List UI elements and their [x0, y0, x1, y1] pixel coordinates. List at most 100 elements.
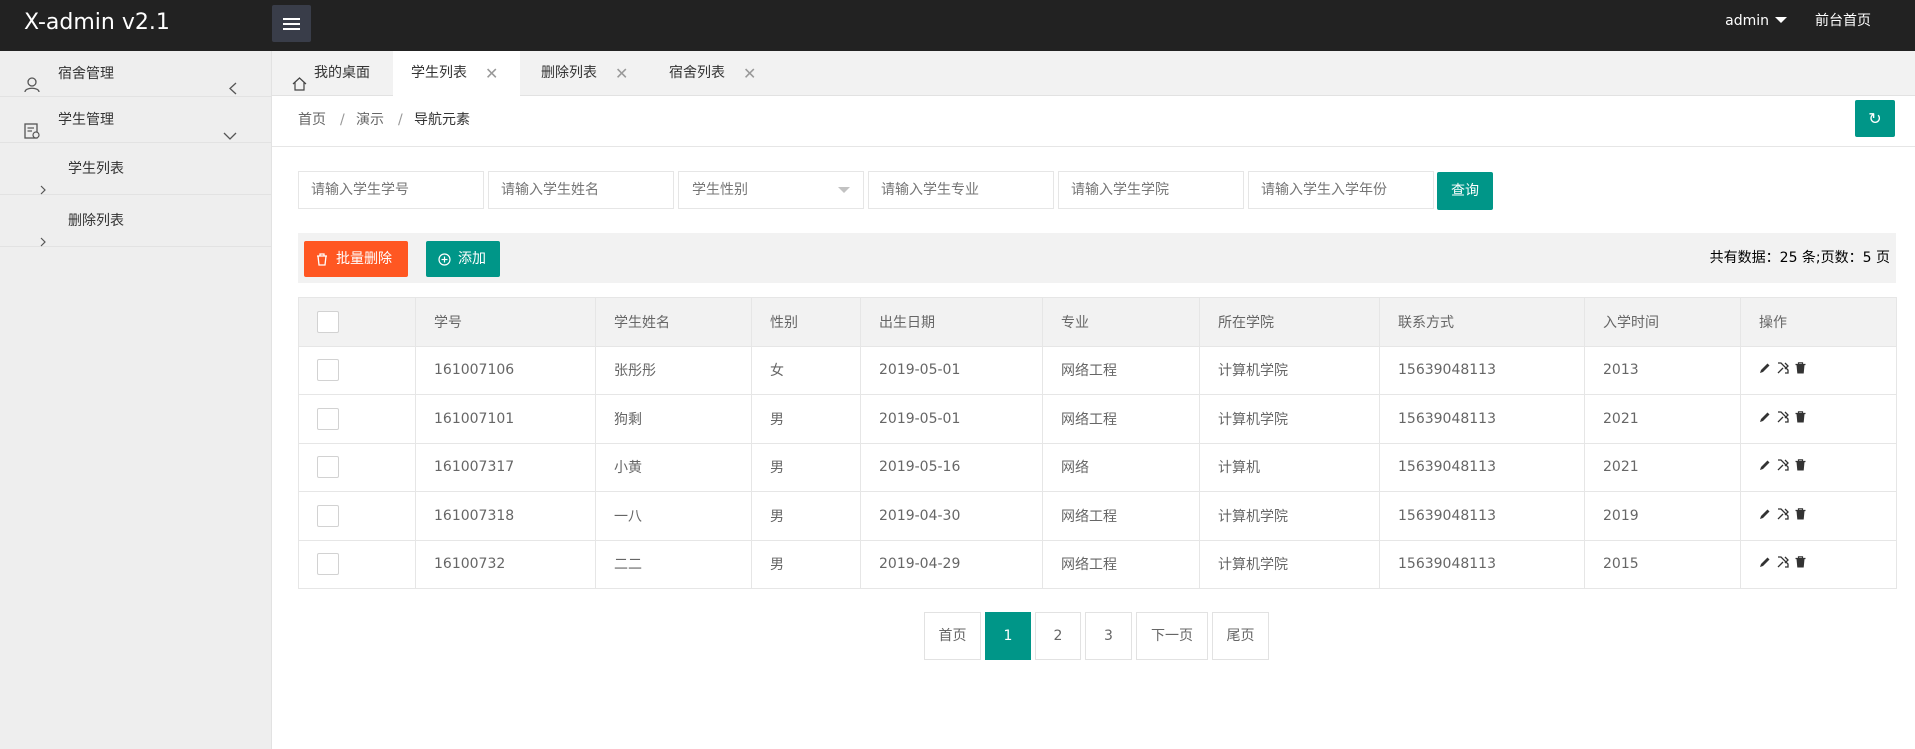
pagination-page-current[interactable]: 1	[985, 612, 1031, 660]
query-button[interactable]: 查询	[1437, 172, 1493, 210]
table-cell: 161007106	[415, 345, 596, 395]
tab-desktop[interactable]: 我的桌面	[272, 51, 392, 96]
pagination-first[interactable]: 首页	[924, 612, 981, 660]
table-toolbar: 批量删除 添加 共有数据：25 条;页数：5 页	[298, 233, 1896, 283]
sidebar-subitem-student-list[interactable]: 学生列表	[0, 143, 271, 195]
table-cell: 2019-04-30	[860, 491, 1043, 541]
close-icon[interactable]: ✕	[485, 51, 498, 96]
table-row: 16100732 二二男 2019-04-29 网络工程 计算机学院 1563904811…	[298, 539, 1897, 589]
batch-delete-button[interactable]: 批量删除	[304, 241, 408, 277]
table-cell: 2019-05-01	[860, 345, 1043, 395]
tools-icon[interactable]	[1777, 362, 1789, 378]
tools-icon[interactable]	[1777, 508, 1789, 524]
tools-icon[interactable]	[1777, 411, 1789, 427]
hamburger-icon	[283, 18, 300, 30]
close-icon[interactable]: ✕	[615, 51, 628, 96]
column-header: 学号	[415, 297, 596, 347]
chevron-right-icon	[40, 217, 46, 269]
front-page-link[interactable]: 前台首页	[1815, 0, 1871, 43]
edit-icon[interactable]	[1759, 508, 1771, 524]
row-select-cell	[298, 539, 416, 589]
sidebar-item-students[interactable]: 学生管理	[0, 97, 271, 143]
student-id-input[interactable]	[298, 171, 484, 209]
table-cell: 15639048113	[1379, 394, 1585, 444]
row-actions	[1740, 491, 1897, 541]
table-cell: 161007101	[415, 394, 596, 444]
delete-icon[interactable]	[1795, 410, 1806, 427]
gender-select-value: 学生性别	[692, 182, 748, 198]
row-checkbox[interactable]	[317, 407, 339, 430]
caret-down-icon	[1775, 17, 1787, 23]
breadcrumb-item[interactable]: 演示	[356, 96, 384, 144]
enroll-year-input[interactable]	[1248, 171, 1434, 209]
refresh-button[interactable]: ↻	[1855, 100, 1895, 137]
row-select-cell	[298, 345, 416, 395]
sidebar: 宿舍管理 学生管理 学生列表 删除列表	[0, 51, 272, 749]
major-input[interactable]	[868, 171, 1054, 209]
tab-student-list[interactable]: 学生列表 ✕	[393, 51, 520, 97]
close-icon[interactable]: ✕	[743, 51, 756, 96]
top-header: X-admin v2.1 admin 前台首页	[0, 0, 1915, 51]
plus-circle-icon	[438, 253, 451, 266]
table-cell: 男	[751, 442, 861, 492]
edit-icon[interactable]	[1759, 556, 1771, 572]
pagination-page[interactable]: 3	[1085, 612, 1132, 660]
select-all-checkbox[interactable]	[317, 310, 339, 333]
menu-toggle-button[interactable]	[272, 5, 311, 42]
column-header: 所在学院	[1199, 297, 1380, 347]
delete-icon[interactable]	[1795, 459, 1806, 475]
tab-dorm-list[interactable]: 宿舍列表 ✕	[649, 51, 776, 96]
row-actions	[1740, 394, 1897, 444]
row-checkbox[interactable]	[317, 504, 339, 527]
table-cell: 计算机学院	[1199, 491, 1380, 541]
header-select-all	[298, 297, 416, 347]
user-menu[interactable]: admin	[1725, 0, 1787, 43]
column-header: 联系方式	[1379, 297, 1585, 347]
add-button[interactable]: 添加	[426, 241, 500, 277]
table-cell: 计算机	[1199, 442, 1380, 492]
tab-deleted-list[interactable]: 删除列表 ✕	[521, 51, 648, 96]
student-name-input[interactable]	[488, 171, 674, 209]
table-cell: 网络工程	[1042, 539, 1200, 589]
tools-icon[interactable]	[1777, 556, 1789, 572]
pagination-page[interactable]: 2	[1035, 612, 1081, 660]
edit-icon[interactable]	[1759, 362, 1771, 378]
table-cell: 网络工程	[1042, 394, 1200, 444]
sidebar-item-label: 学生管理	[58, 112, 114, 128]
pagination-last[interactable]: 尾页	[1212, 612, 1269, 660]
delete-icon[interactable]	[1795, 556, 1806, 572]
college-input[interactable]	[1058, 171, 1244, 209]
total-count-text: 共有数据：25 条;页数：5 页	[1709, 250, 1890, 266]
row-checkbox[interactable]	[317, 456, 339, 479]
table-cell: 15639048113	[1379, 345, 1585, 395]
table-cell: 2013	[1584, 345, 1741, 395]
pagination-next[interactable]: 下一页	[1136, 612, 1208, 660]
table-row: 161007317 小黄男 2019-05-16 网络 计算机 15639048113 20…	[298, 442, 1897, 492]
edit-icon[interactable]	[1759, 459, 1771, 475]
table-cell: 15639048113	[1379, 442, 1585, 492]
table-cell: 161007318	[415, 491, 596, 541]
row-checkbox[interactable]	[317, 359, 339, 382]
table-cell: 网络	[1042, 442, 1200, 492]
breadcrumb-separator: /	[340, 112, 345, 128]
delete-icon[interactable]	[1795, 362, 1806, 378]
gender-select[interactable]: 学生性别	[678, 171, 864, 209]
breadcrumb-item[interactable]: 首页	[298, 96, 326, 144]
table-cell: 计算机学院	[1199, 539, 1380, 589]
column-header: 性别	[751, 297, 861, 347]
tools-icon[interactable]	[1777, 459, 1789, 475]
sidebar-item-dorm[interactable]: 宿舍管理	[0, 51, 271, 97]
delete-icon[interactable]	[1795, 507, 1806, 524]
row-actions	[1740, 539, 1897, 589]
table-cell: 男	[751, 491, 861, 541]
app-logo[interactable]: X-admin v2.1	[24, 0, 170, 45]
sidebar-subitem-deleted-list[interactable]: 删除列表	[0, 195, 271, 247]
table-cell: 16100732	[415, 539, 596, 589]
row-checkbox[interactable]	[317, 553, 339, 576]
column-header: 入学时间	[1584, 297, 1741, 347]
table-cell: 2019	[1584, 491, 1741, 541]
edit-icon[interactable]	[1759, 411, 1771, 427]
table-cell: 计算机学院	[1199, 394, 1380, 444]
caret-down-icon	[838, 187, 850, 193]
column-header: 专业	[1042, 297, 1200, 347]
